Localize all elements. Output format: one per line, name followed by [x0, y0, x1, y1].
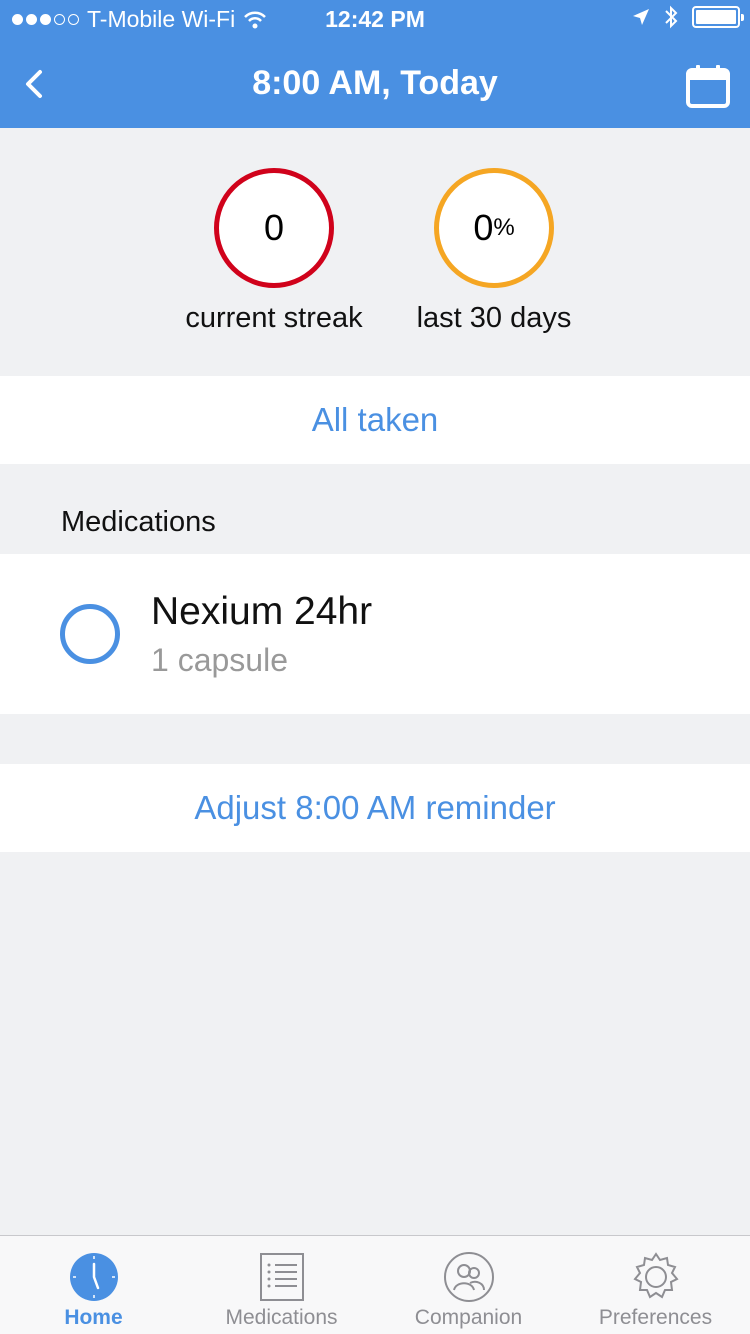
battery-icon: [692, 6, 744, 28]
tab-home-label: Home: [64, 1306, 123, 1329]
tab-medications[interactable]: Medications: [188, 1236, 375, 1334]
medication-dose: 1 capsule: [151, 642, 288, 678]
medication-name: Nexium 24hr: [151, 590, 373, 633]
last30-unit: %: [493, 214, 515, 241]
status-bar: T-Mobile Wi-Fi 12:42 PM: [0, 0, 750, 40]
gear-icon: [632, 1252, 679, 1299]
streak-ring: 0: [214, 168, 334, 288]
last30-ring: 0%: [434, 168, 554, 288]
last30-value: 0: [473, 207, 494, 248]
last30-label: last 30 days: [416, 302, 572, 334]
tab-companion[interactable]: Companion: [375, 1236, 562, 1334]
clock-icon: [69, 1253, 118, 1301]
nav-bar: 8:00 AM, Today: [0, 40, 750, 128]
tab-preferences[interactable]: Preferences: [562, 1236, 749, 1334]
last-30-days-stat: 0% last 30 days: [374, 168, 614, 335]
status-right: [632, 5, 744, 29]
tab-medications-label: Medications: [225, 1306, 338, 1329]
tab-home[interactable]: Home: [0, 1236, 187, 1334]
streak-label: current streak: [185, 302, 363, 334]
list-icon: [259, 1253, 304, 1301]
medication-row[interactable]: Nexium 24hr 1 capsule: [0, 554, 750, 714]
tab-bar: Home Medications Companion Preferences: [0, 1235, 750, 1334]
current-streak-stat: 0 current streak: [154, 168, 394, 335]
adherence-stats: 0 current streak 0% last 30 days: [0, 128, 750, 376]
medication-checkbox[interactable]: [60, 604, 120, 664]
tab-companion-label: Companion: [414, 1306, 523, 1329]
calendar-icon[interactable]: [684, 62, 732, 110]
people-icon: [443, 1252, 494, 1302]
medications-header: Medications: [61, 506, 216, 538]
bluetooth-icon: [665, 5, 678, 29]
streak-value: 0: [263, 207, 285, 248]
tab-preferences-label: Preferences: [598, 1306, 713, 1329]
location-arrow-icon: [633, 9, 649, 25]
adjust-reminder-button[interactable]: Adjust 8:00 AM reminder: [0, 764, 750, 852]
page-title: 8:00 AM, Today: [252, 64, 498, 102]
all-taken-button[interactable]: All taken: [0, 376, 750, 464]
